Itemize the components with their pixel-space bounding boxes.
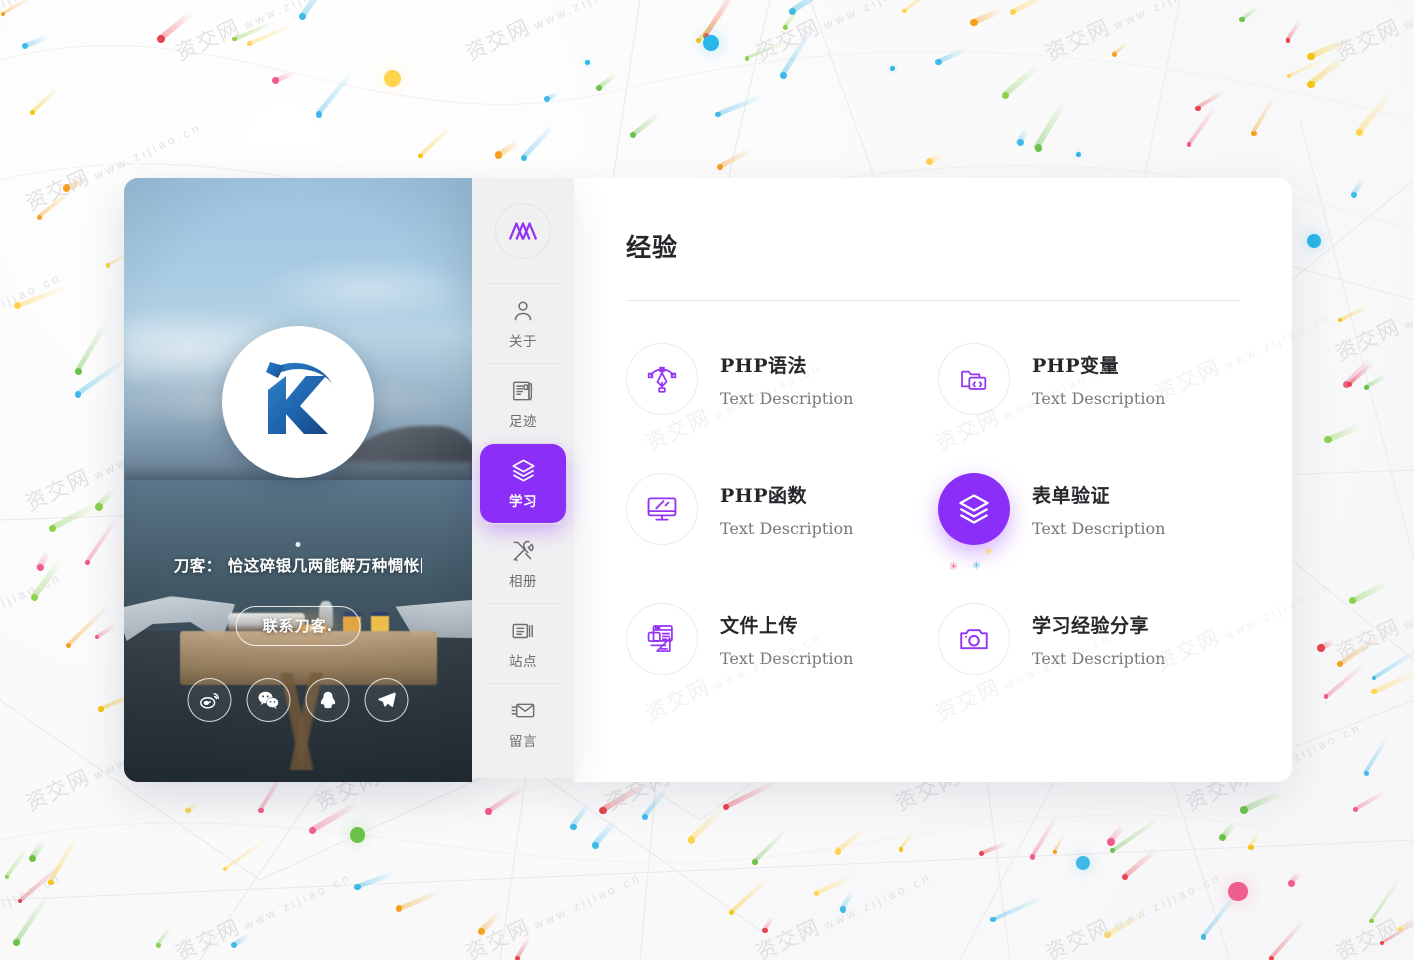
social-link-weibo[interactable] (187, 678, 232, 722)
sparkle-particles: ✳ ✳ ✳ (946, 547, 1016, 579)
watermark: 资交网 www.zijiao.cn (1041, 870, 1225, 960)
sidebar-item-label: 相册 (509, 573, 537, 590)
weibo-icon (200, 693, 219, 709)
wechat-icon (258, 691, 279, 709)
social-link-qq[interactable] (305, 678, 350, 722)
pen-tool-icon (647, 366, 677, 393)
folder-code-icon (961, 370, 987, 390)
sidebar-item-messages[interactable]: 留言 (480, 684, 566, 763)
icon-circle (626, 473, 698, 545)
watermark: 资交网 www.zijiao.cn (0, 870, 65, 933)
sidebar-item-label: 足迹 (509, 413, 537, 430)
tools-icon (513, 540, 534, 561)
item-description: Text Description (1032, 518, 1166, 538)
profile-photo-panel: 刀客： 恰这碎银几两能解万种惆怅 联系刀客. (124, 178, 472, 782)
icon-circle (626, 603, 698, 675)
watermark: 资交网 www.zijiao.cn (0, 570, 65, 633)
avatar[interactable] (222, 326, 374, 478)
sidebar-item-footprints[interactable]: 足迹 (480, 364, 566, 443)
blue-k-logo-icon (235, 339, 361, 465)
document-icon (513, 381, 533, 401)
watermark: 资交网 www.zijiao.cn (461, 870, 645, 960)
sidebar-item-label: 留言 (509, 734, 537, 750)
profile-tagline: 刀客： 恰这碎银几两能解万种惆怅 (124, 554, 472, 576)
brand-logo-icon (508, 221, 538, 240)
social-links (187, 678, 409, 722)
sidebar-nav: 关于 足迹 学习 相册 站点 留言 (472, 178, 574, 778)
title-divider (626, 300, 1240, 301)
layers-icon (959, 494, 989, 524)
item-text: 表单验证 Text Description (1032, 481, 1165, 538)
camera-icon (960, 629, 988, 650)
sidebar-item-label: 学习 (509, 494, 537, 510)
logo-ring (495, 202, 551, 259)
item-title: 表单验证 (1032, 484, 1111, 507)
sidebar-logo[interactable] (480, 178, 566, 283)
experience-item-form-validation[interactable]: 表单验证 Text Description ✳ ✳ ✳ (938, 473, 1240, 573)
watermark: 资交网 www.zijiao.cn (1331, 0, 1414, 66)
watermark: 资交网 www.zijiao.cn (1331, 870, 1414, 960)
sparkle-icon: ✳ (972, 560, 982, 572)
social-link-wechat[interactable] (246, 678, 291, 722)
list-icon (512, 623, 533, 638)
watermark: 资交网 www.zijiao.cn (751, 870, 935, 960)
watermark: 资交网 www.zijiao.cn (1331, 270, 1414, 366)
sidebar-item-label: 站点 (509, 653, 537, 670)
sidebar-item-label: 关于 (509, 333, 537, 350)
carousel-dot[interactable] (295, 542, 301, 547)
experience-item-php-functions[interactable]: PHP函数 Text Description (626, 473, 928, 545)
layout-design-icon (647, 625, 673, 652)
watermark: 资交网 www.zijiao.cn (461, 0, 645, 66)
icon-circle (938, 603, 1010, 675)
watermark: 资交网 www.zijiao.cn (171, 0, 355, 66)
icon-circle-active (938, 473, 1010, 545)
watermark: 资交网 www.zijiao.cn (171, 870, 355, 960)
user-icon (514, 300, 532, 320)
sidebar-item-album[interactable]: 相册 (480, 524, 566, 603)
layers-icon (512, 459, 534, 482)
sidebar-item-study[interactable]: 学习 (480, 444, 566, 523)
item-description: Text Description (720, 518, 854, 538)
watermark: 资交网 www.zijiao.cn (0, 0, 65, 33)
watermark: 资交网 www.zijiao.cn (1331, 570, 1414, 666)
icon-circle (626, 343, 698, 415)
typing-caret-icon (420, 558, 423, 573)
sidebar-item-sites[interactable]: 站点 (480, 604, 566, 683)
item-text: PHP函数 Text Description (720, 481, 853, 538)
watermark: 资交网 www.zijiao.cn (1041, 0, 1225, 66)
item-title: PHP函数 (720, 484, 808, 507)
page-title: 经验 (626, 233, 679, 262)
envelope-icon (511, 703, 534, 718)
watermark: 资交网 www.zijiao.cn (751, 0, 935, 66)
monitor-icon (647, 497, 677, 521)
telegram-icon (378, 692, 396, 707)
sidebar-item-about[interactable]: 关于 (480, 284, 566, 363)
qq-icon (320, 691, 335, 708)
contact-button[interactable]: 联系刀客. (235, 606, 361, 646)
sparkle-icon: ✳ (949, 561, 959, 573)
watermark: 资交网 www.zijiao.cn (0, 270, 65, 333)
sparkle-icon: ✳ (984, 546, 994, 558)
profile-tagline-text: 刀客： 恰这碎银几两能解万种惆怅 (173, 557, 420, 575)
social-link-telegram[interactable] (364, 678, 409, 722)
